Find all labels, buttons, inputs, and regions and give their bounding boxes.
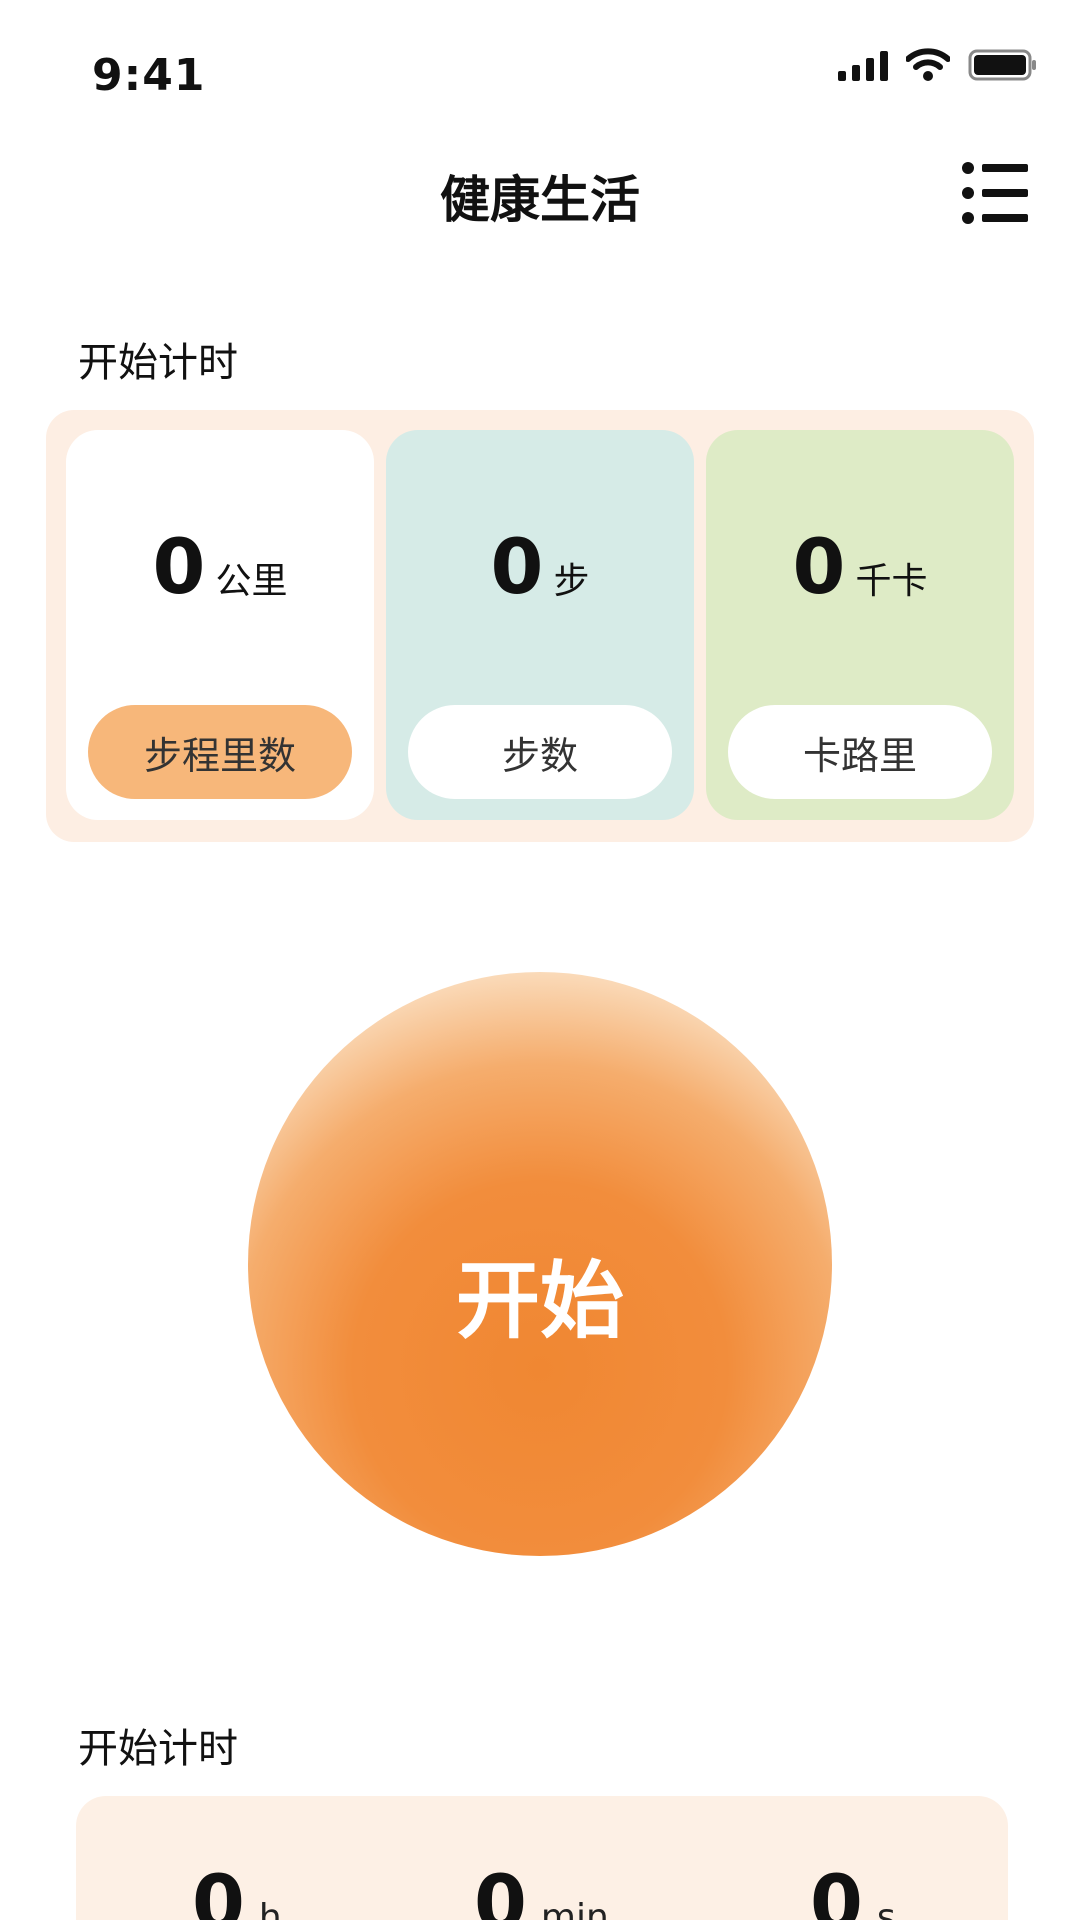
cellular-signal-icon <box>838 49 888 81</box>
wifi-icon <box>906 48 950 81</box>
timer-number: 0 <box>192 1858 245 1920</box>
status-icons <box>838 48 1038 82</box>
timer-unit: min <box>540 1897 609 1920</box>
start-button[interactable]: 开始 <box>248 972 832 1556</box>
timer-number: 0 <box>474 1858 527 1920</box>
distance-button[interactable]: 步程里数 <box>88 705 352 799</box>
stat-value: 0 千卡 <box>706 522 1014 611</box>
timer-hours: 0h <box>192 1858 282 1920</box>
calories-button[interactable]: 卡路里 <box>728 705 992 799</box>
stat-number: 0 <box>792 522 846 611</box>
page-title: 健康生活 <box>440 171 640 229</box>
stat-card-steps: 0步 步数 <box>386 430 694 820</box>
section-label-timer: 开始计时 <box>78 1726 238 1772</box>
stat-card-distance: 0 公里 步程里数 <box>66 430 374 820</box>
timer-unit: s <box>876 1897 896 1920</box>
timer-panel: 0h 0 min 0s <box>76 1796 1008 1920</box>
section-label-stats: 开始计时 <box>78 340 238 386</box>
stat-value: 0 公里 <box>66 522 374 611</box>
start-button-label: 开始 <box>455 1252 624 1350</box>
stat-unit: 公里 <box>215 561 288 602</box>
status-time: 9:41 <box>92 50 206 101</box>
timer-unit: h <box>258 1897 282 1920</box>
stat-unit: 千卡 <box>855 561 928 602</box>
stat-number: 0 <box>490 522 544 611</box>
timer-seconds: 0s <box>810 1858 896 1920</box>
battery-icon <box>968 49 1036 81</box>
timer-number: 0 <box>810 1858 863 1920</box>
stat-unit: 步 <box>553 561 590 602</box>
steps-button[interactable]: 步数 <box>408 705 672 799</box>
stat-value: 0步 <box>386 522 694 611</box>
timer-minutes: 0 min <box>474 1858 609 1920</box>
screen: 9:41 健康生活 开始计时 0 公里 步程里数 0 步 步数 0 千卡 卡路里… <box>0 0 1080 1920</box>
status-bar: 9:41 <box>0 0 1080 130</box>
stat-card-calories: 0 千卡 卡路里 <box>706 430 1014 820</box>
menu-list-icon[interactable] <box>960 158 1030 228</box>
stats-panel: 0 公里 步程里数 0步 步数 0 千卡 卡路里 <box>46 410 1034 842</box>
stat-number: 0 <box>152 522 206 611</box>
